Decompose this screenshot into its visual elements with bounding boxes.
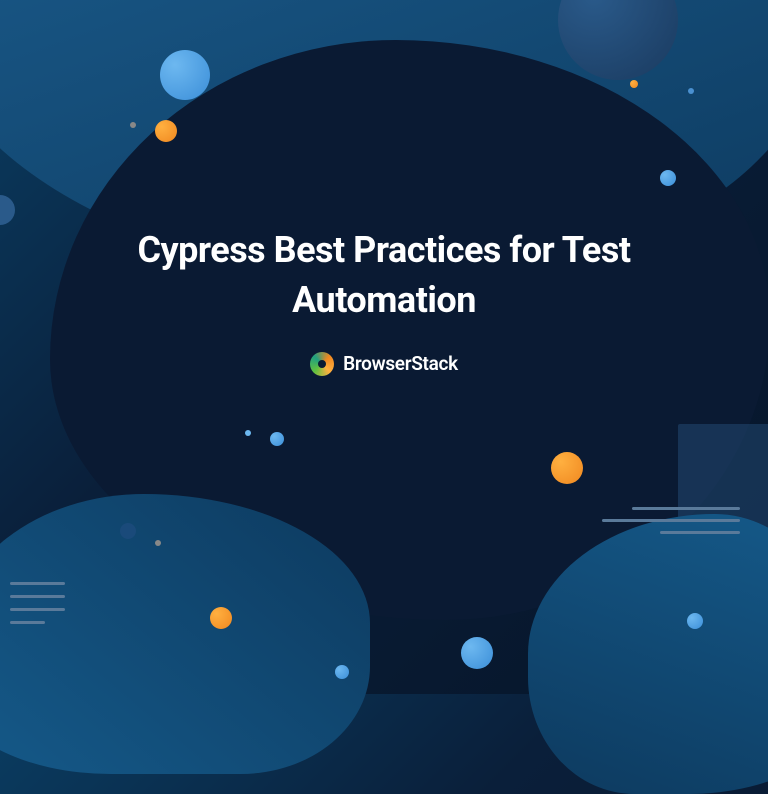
decorative-dot (210, 607, 232, 629)
decorative-dot (688, 88, 694, 94)
decorative-dot (461, 637, 493, 669)
decorative-dot (551, 452, 583, 484)
decorative-dot (155, 120, 177, 142)
browserstack-icon (310, 352, 334, 376)
decorative-dot (0, 195, 15, 225)
decorative-dot (160, 50, 210, 100)
content-area: Cypress Best Practices for Test Automati… (0, 225, 768, 376)
decorative-dot (245, 430, 251, 436)
decorative-dot (630, 80, 638, 88)
decorative-lines-left (10, 582, 65, 624)
decorative-lines-right (632, 507, 740, 534)
brand-name: BrowserStack (343, 352, 458, 375)
decorative-dot (155, 540, 161, 546)
decorative-dot (335, 665, 349, 679)
page-title: Cypress Best Practices for Test Automati… (0, 225, 768, 326)
decorative-dot (270, 432, 284, 446)
decorative-dot (687, 613, 703, 629)
decorative-dot (660, 170, 676, 186)
decorative-dot (130, 122, 136, 128)
brand-logo: BrowserStack (0, 352, 768, 376)
decorative-dot (120, 523, 136, 539)
